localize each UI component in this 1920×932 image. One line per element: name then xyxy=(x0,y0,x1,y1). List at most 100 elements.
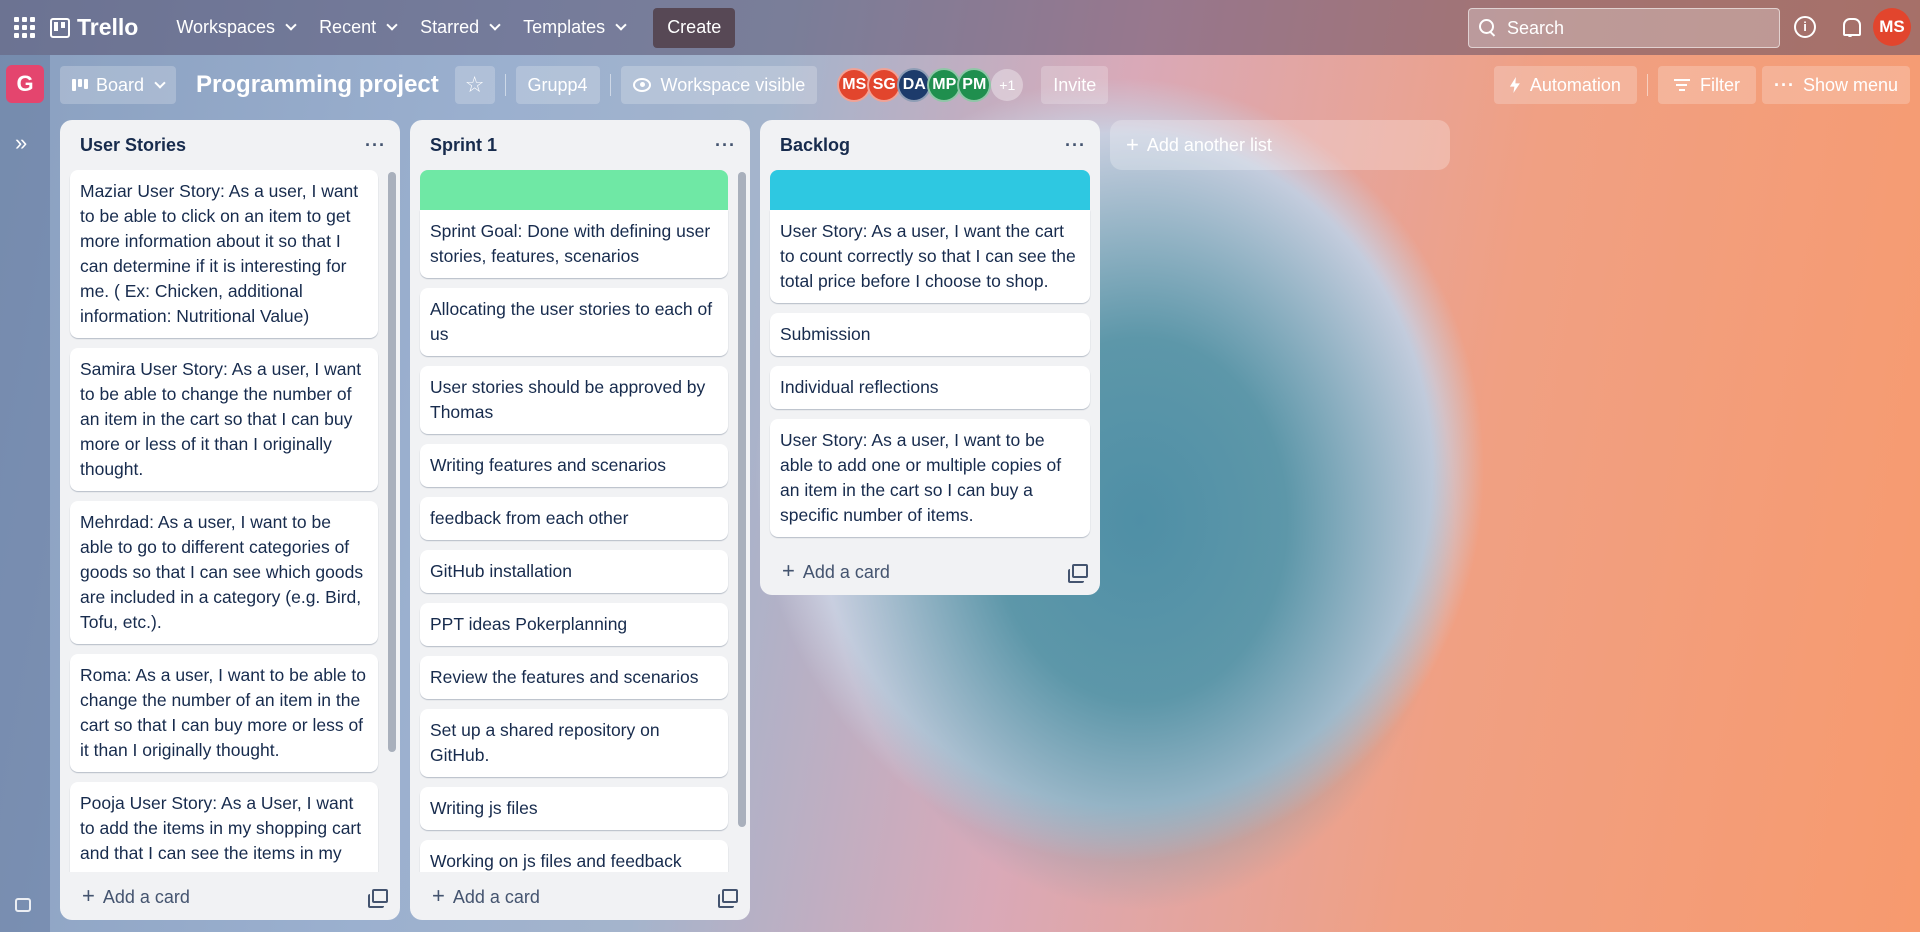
visibility-label: Workspace visible xyxy=(660,74,806,95)
add-card-button[interactable]: + Add a card xyxy=(782,558,890,584)
add-another-list-button[interactable]: + Add another list xyxy=(1110,120,1450,170)
card-container: Sprint Goal: Done with defining user sto… xyxy=(410,170,750,872)
search-placeholder: Search xyxy=(1507,17,1565,38)
automation-button[interactable]: Automation xyxy=(1493,66,1637,104)
divider xyxy=(504,74,506,96)
list-scrollbar[interactable] xyxy=(738,172,746,827)
member-avatar[interactable]: PM xyxy=(957,68,992,102)
app-switcher-icon[interactable] xyxy=(14,16,36,39)
nav-recent[interactable]: Recent xyxy=(307,10,408,46)
list-actions-icon[interactable]: ··· xyxy=(365,135,386,156)
workspace-sidebar-collapsed: G » xyxy=(0,55,50,932)
filter-button[interactable]: Filter xyxy=(1657,66,1756,104)
list-footer: + Add a card xyxy=(760,547,1100,595)
plus-icon: + xyxy=(1126,132,1139,157)
nav-templates[interactable]: Templates xyxy=(511,10,637,46)
workspace-badge[interactable]: G xyxy=(6,65,44,103)
card[interactable]: Roma: As a user, I want to be able to ch… xyxy=(70,654,378,772)
invite-button[interactable]: Invite xyxy=(1041,66,1109,104)
card-template-icon[interactable] xyxy=(1068,564,1088,583)
card[interactable]: Writing js files xyxy=(420,787,728,830)
member-avatar[interactable]: DA xyxy=(897,68,932,102)
card[interactable]: Set up a shared repository on GitHub. xyxy=(420,709,728,777)
star-board-button[interactable]: ☆ xyxy=(454,66,495,104)
card[interactable]: Samira User Story: As a user, I want to … xyxy=(70,348,378,491)
more-dots-icon: ··· xyxy=(1773,74,1795,95)
card[interactable]: Review the features and scenarios xyxy=(420,656,728,699)
notifications-bell-icon[interactable] xyxy=(1839,16,1861,38)
search-icon xyxy=(1479,19,1497,37)
member-avatar[interactable]: SG xyxy=(867,68,902,102)
card[interactable]: Sprint Goal: Done with defining user sto… xyxy=(420,210,728,278)
card[interactable]: User Story: As a user, I want to be able… xyxy=(770,419,1090,537)
chevron-down-icon xyxy=(489,19,501,31)
card[interactable]: Working on js files and feedback from ea… xyxy=(420,840,728,872)
card[interactable]: Allocating the user stories to each of u… xyxy=(420,288,728,356)
create-button[interactable]: Create xyxy=(653,7,736,48)
add-card-button[interactable]: + Add a card xyxy=(82,883,190,909)
trello-logo[interactable]: Trello xyxy=(50,14,138,41)
board-view-label: Board xyxy=(96,74,145,95)
nav-workspaces[interactable]: Workspaces xyxy=(164,10,307,46)
card-template-icon[interactable] xyxy=(368,889,388,908)
card[interactable]: Submission xyxy=(770,313,1090,356)
card[interactable]: feedback from each other xyxy=(420,497,728,540)
list-actions-icon[interactable]: ··· xyxy=(1065,135,1086,156)
filter-icon xyxy=(1673,79,1690,91)
divider xyxy=(609,74,611,96)
plus-icon: + xyxy=(782,558,795,583)
card[interactable]: Pooja User Story: As a User, I want to a… xyxy=(70,782,378,872)
list-header: User Stories ··· xyxy=(60,120,400,170)
card-container: User Story: As a user, I want the cart t… xyxy=(760,170,1100,547)
workspace-settings-icon[interactable] xyxy=(15,898,31,912)
list-header: Sprint 1 ··· xyxy=(410,120,750,170)
card-cover[interactable] xyxy=(420,170,728,210)
list-scrollbar[interactable] xyxy=(388,172,396,752)
member-avatar[interactable]: MP xyxy=(927,68,962,102)
chevron-down-icon xyxy=(154,76,166,89)
list-actions-icon[interactable]: ··· xyxy=(715,135,736,156)
board-title[interactable]: Programming project xyxy=(196,71,439,99)
expand-sidebar-icon[interactable]: » xyxy=(15,130,27,156)
card-container: Maziar User Story: As a user, I want to … xyxy=(60,170,400,872)
board-view-switcher[interactable]: Board xyxy=(60,66,177,104)
plus-icon: + xyxy=(82,883,95,908)
card[interactable]: PPT ideas Pokerplanning xyxy=(420,603,728,646)
list-footer: + Add a card xyxy=(60,872,400,920)
automation-label: Automation xyxy=(1529,74,1621,95)
add-card-label: Add a card xyxy=(102,887,190,907)
workspace-button[interactable]: Grupp4 xyxy=(515,66,600,104)
nav-starred[interactable]: Starred xyxy=(408,10,511,46)
list-title[interactable]: User Stories xyxy=(80,135,186,156)
trello-logo-icon xyxy=(50,17,70,38)
card[interactable]: Individual reflections xyxy=(770,366,1090,409)
search-input[interactable]: Search xyxy=(1468,8,1780,48)
list-title[interactable]: Backlog xyxy=(780,135,850,156)
card[interactable]: User Story: As a user, I want the cart t… xyxy=(770,210,1090,303)
card[interactable]: Maziar User Story: As a user, I want to … xyxy=(70,170,378,338)
card[interactable]: User stories should be approved by Thoma… xyxy=(420,366,728,434)
add-card-button[interactable]: + Add a card xyxy=(432,883,540,909)
chevron-down-icon xyxy=(285,19,297,31)
card[interactable]: Mehrdad: As a user, I want to be able to… xyxy=(70,501,378,644)
board-header: Board Programming project ☆ Grupp4 Works… xyxy=(50,55,1920,115)
account-avatar[interactable]: MS xyxy=(1873,8,1911,46)
information-icon[interactable]: i xyxy=(1794,16,1816,38)
list-backlog: Backlog ··· User Story: As a user, I wan… xyxy=(760,120,1100,595)
show-menu-button[interactable]: ··· Show menu xyxy=(1761,66,1910,104)
nav-workspaces-label: Workspaces xyxy=(176,17,276,37)
card-cover[interactable] xyxy=(770,170,1090,210)
chevron-down-icon xyxy=(615,19,627,31)
member-avatar[interactable]: MS xyxy=(837,68,872,102)
add-card-label: Add a card xyxy=(802,562,890,582)
visibility-button[interactable]: Workspace visible xyxy=(620,66,818,104)
nav-templates-label: Templates xyxy=(523,17,606,37)
card[interactable]: GitHub installation xyxy=(420,550,728,593)
list-title[interactable]: Sprint 1 xyxy=(430,135,497,156)
card-template-icon[interactable] xyxy=(718,889,738,908)
add-card-label: Add a card xyxy=(452,887,540,907)
visibility-icon xyxy=(632,78,651,92)
list-user-stories: User Stories ··· Maziar User Story: As a… xyxy=(60,120,400,920)
more-members-badge[interactable]: +1 xyxy=(991,69,1024,101)
card[interactable]: Writing features and scenarios xyxy=(420,444,728,487)
